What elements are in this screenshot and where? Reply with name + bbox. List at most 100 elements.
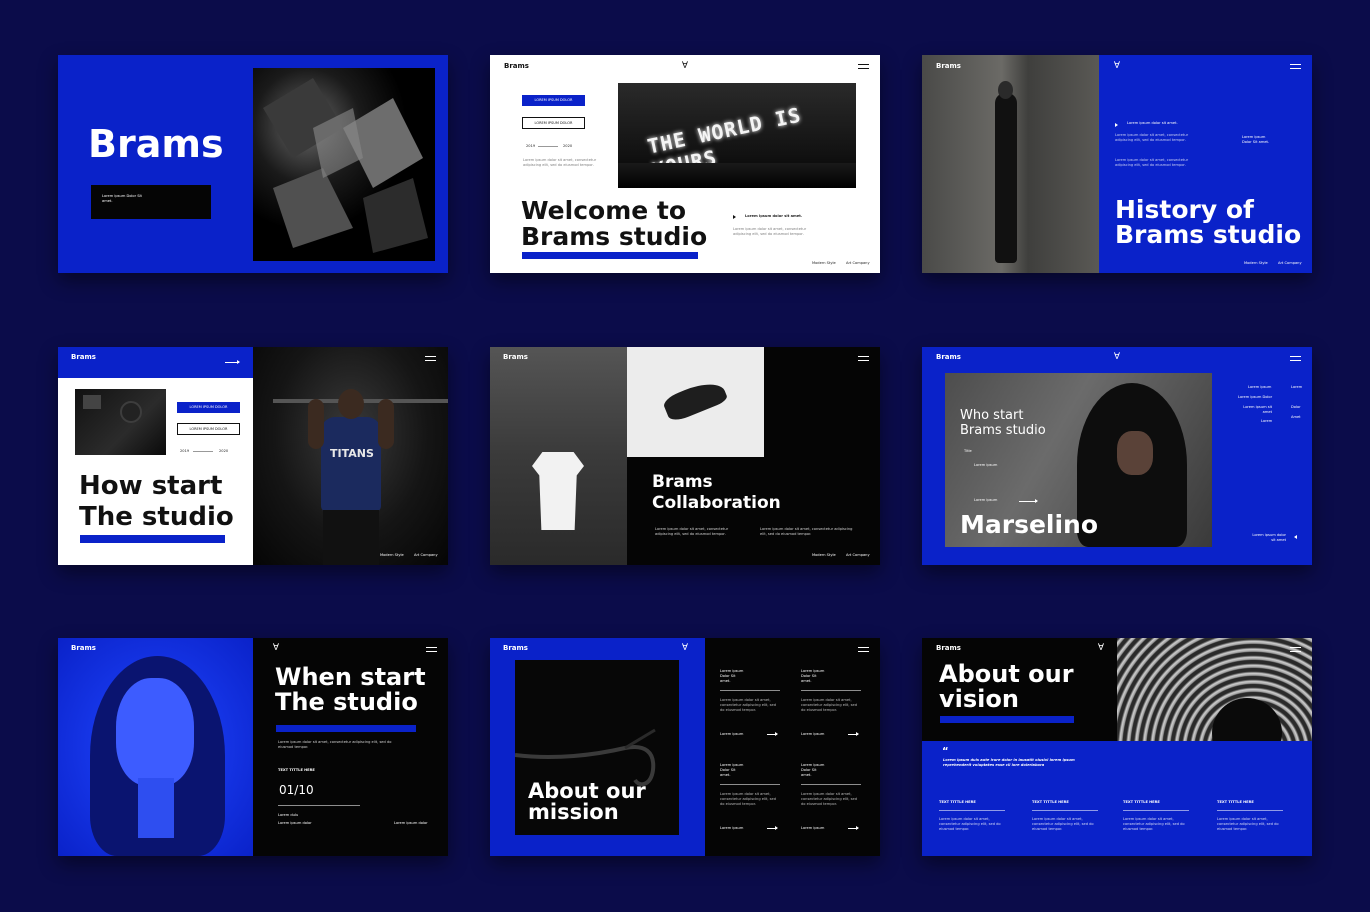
woman-portrait-image — [58, 638, 253, 856]
card-2-arrow-icon[interactable] — [848, 732, 859, 736]
col-1-divider — [939, 810, 1005, 811]
desk-image — [75, 389, 166, 455]
card-1-divider — [720, 690, 780, 691]
slide-vision[interactable]: Brams ∀ About our vision “ Lorem ipsum d… — [922, 638, 1312, 856]
card-1-arrow-icon[interactable] — [767, 732, 778, 736]
slide-cover[interactable]: Brams Lorem ipsum Dolor Sit amet. — [58, 55, 448, 273]
menu-icon[interactable] — [426, 647, 437, 652]
slide-title-line2: Brams studio — [1115, 220, 1302, 249]
card-3-body: Lorem ipsum dolor sit amet, consectetur … — [720, 792, 777, 806]
quote-mark: “ — [942, 746, 949, 757]
year-divider — [193, 451, 213, 452]
bullet-heading: Lorem ipsum dolor sit amet. — [745, 214, 803, 218]
footer-style: Modern Style — [812, 553, 836, 557]
card-4-link[interactable]: Lorem ipsum — [801, 826, 824, 831]
col-4-title: TEXT TITTLE HERE — [1217, 800, 1254, 804]
secondary-button[interactable]: LOREM IPSUM DOLOR — [177, 423, 240, 435]
col-4-body: Lorem ipsum dolor sit amet, consectetur … — [1217, 817, 1279, 831]
slide-collaboration[interactable]: Brams Brams Collaboration Lorem ipsum do… — [490, 347, 880, 565]
face-shadow — [1117, 431, 1153, 475]
slide-title-line1: How start — [79, 471, 223, 501]
year-start: 2019 — [180, 449, 190, 453]
year-end: 2020 — [563, 144, 573, 148]
logo-icon: ∀ — [681, 643, 689, 653]
crystal-texture-image — [253, 68, 435, 261]
logo-icon: ∀ — [1113, 61, 1121, 71]
athlete-image: TITANS Modern Style Art Company — [253, 347, 448, 565]
card-3-arrow-icon[interactable] — [767, 826, 778, 830]
bullet-body-2: Lorem ipsum dolor sit amet, consectetur … — [1115, 158, 1189, 167]
logo-icon: ∀ — [1097, 643, 1105, 653]
slide-history[interactable]: Brams ∀ Lorem ipsum dolor sit amet. Lore… — [922, 55, 1312, 273]
slide-title-line1: About our — [939, 660, 1074, 688]
bullet-icon — [1115, 123, 1118, 127]
year-end: 2020 — [219, 449, 229, 453]
info-box: Lorem ipsum Dolor Sit amet. — [91, 185, 211, 219]
chevron-left-icon[interactable] — [1294, 535, 1297, 539]
athlete-head — [338, 389, 364, 419]
brand-label: Brams — [936, 644, 961, 652]
desk-paper — [83, 395, 101, 409]
menu-icon[interactable] — [1290, 64, 1301, 69]
footer-style: Modern Style — [1244, 261, 1268, 265]
footer-style: Modern Style — [380, 553, 404, 557]
slide-title-line1: Welcome to — [521, 196, 687, 225]
slide-when-start[interactable]: Brams ∀ When start The studio Lorem ipsu… — [58, 638, 448, 856]
info-box-text: Lorem ipsum Dolor Sit amet. — [102, 194, 142, 203]
card-1-title: Lorem ipsum Dolor Sit amet. — [720, 669, 744, 683]
menu-right-3[interactable]: Amet — [1291, 415, 1301, 420]
shelf-shadow — [618, 163, 856, 188]
menu-item-1[interactable]: Lorem ipsum — [1248, 385, 1271, 390]
body-text: Lorem ipsum dolor sit amet, consectetur … — [523, 158, 597, 167]
menu-right-2[interactable]: Dolor — [1291, 405, 1301, 410]
menu-item-3[interactable]: Lorem ipsum sit amet — [1242, 405, 1272, 415]
page-counter: 01/10 — [279, 783, 314, 797]
brand-label: Brams — [503, 353, 528, 361]
title-underline — [522, 252, 698, 259]
crystal-shards — [263, 78, 428, 253]
menu-icon[interactable] — [858, 64, 869, 69]
card-3-link[interactable]: Lorem ipsum — [720, 826, 743, 831]
brand-label: Brams — [71, 644, 96, 652]
menu-item-4[interactable]: Lorem — [1261, 419, 1272, 424]
slide-title-line1: History of — [1115, 195, 1254, 224]
menu-icon[interactable] — [425, 356, 436, 361]
menu-icon[interactable] — [1290, 356, 1301, 361]
menu-icon[interactable] — [858, 356, 869, 361]
neck — [138, 778, 174, 838]
footer-company: Art Company — [846, 553, 870, 557]
slide-title-line2: The studio — [79, 502, 234, 532]
year-start: 2019 — [526, 144, 536, 148]
menu-item-2[interactable]: Lorem ipsum Dolor — [1238, 395, 1272, 400]
primary-button[interactable]: LOREM IPSUM DOLOR — [177, 402, 240, 413]
arrow-icon — [1019, 499, 1038, 503]
desk-object — [120, 401, 142, 423]
year-divider — [538, 146, 558, 147]
card-2-link[interactable]: Lorem ipsum — [801, 732, 824, 737]
bullet-body: Lorem ipsum dolor sit amet, consectetur … — [1115, 133, 1189, 142]
col-2-body: Lorem ipsum dolor sit amet, consectetur … — [1032, 817, 1094, 831]
title-tag: Title — [964, 449, 972, 453]
card-4-arrow-icon[interactable] — [848, 826, 859, 830]
arrow-icon — [225, 360, 240, 364]
slide-title-line2: vision — [939, 685, 1019, 713]
logo-icon: ∀ — [272, 643, 280, 653]
top-band — [58, 347, 253, 378]
brand-label: Brams — [71, 353, 96, 361]
col-1-title: TEXT TITTLE HERE — [939, 800, 976, 804]
slide-marselino[interactable]: Brams ∀ Who start Brams studio Title Lor… — [922, 347, 1312, 565]
slide-how-start[interactable]: Brams LOREM IPSUM DOLOR LOREM IPSUM DOLO… — [58, 347, 448, 565]
card-4-divider — [801, 784, 861, 785]
woman-head — [998, 81, 1013, 99]
slide-welcome[interactable]: Brams ∀ LOREM IPSUM DOLOR LOREM IPSUM DO… — [490, 55, 880, 273]
primary-button[interactable]: LOREM IPSUM DOLOR — [522, 95, 585, 106]
title-line1: Who start — [960, 408, 1024, 423]
menu-icon[interactable] — [1290, 647, 1301, 652]
footer-company: Art Company — [414, 553, 438, 557]
menu-icon[interactable] — [858, 647, 869, 652]
secondary-button[interactable]: LOREM IPSUM DOLOR — [522, 117, 585, 129]
menu-right-1[interactable]: Lorem — [1291, 385, 1302, 390]
card-1-link[interactable]: Lorem ipsum — [720, 732, 743, 737]
slide-mission[interactable]: Brams ∀ About our mission Lorem ipsum Do… — [490, 638, 880, 856]
card-4-body: Lorem ipsum dolor sit amet, consectetur … — [801, 792, 858, 806]
